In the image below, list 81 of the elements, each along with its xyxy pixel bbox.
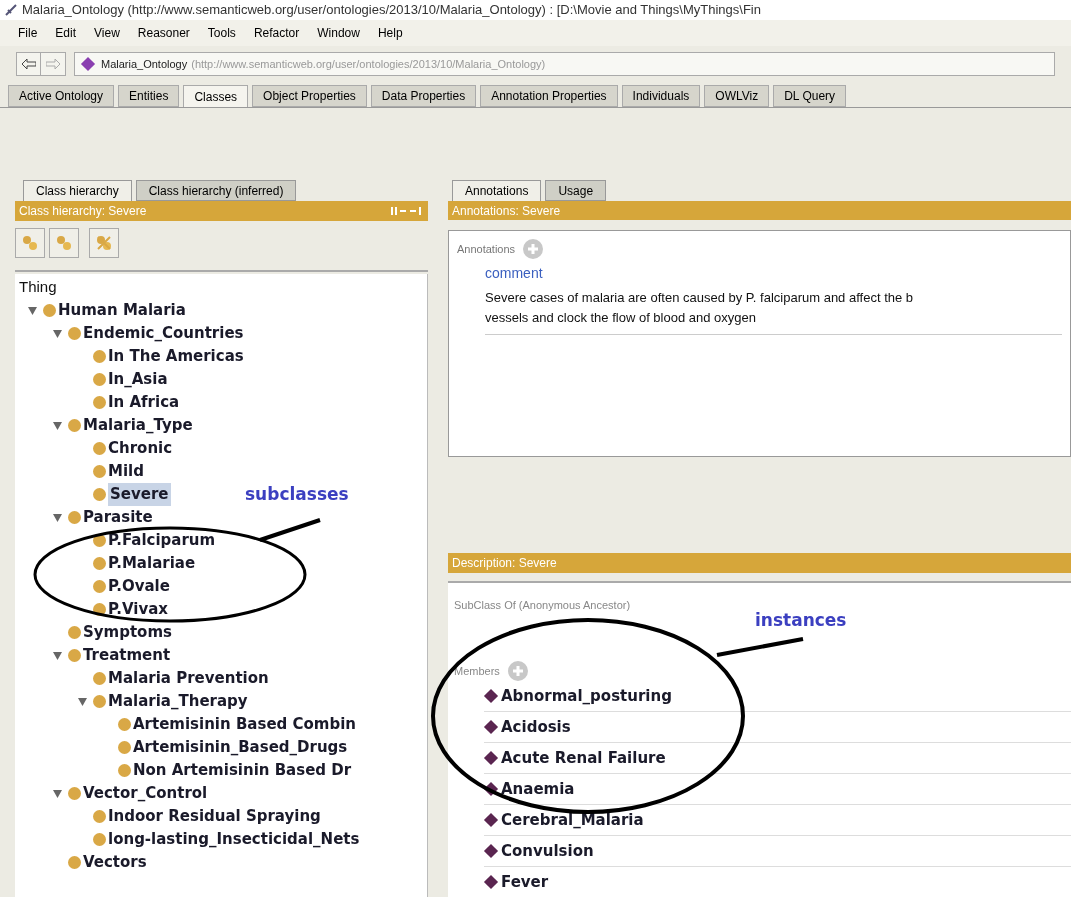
tab[interactable]: Object Properties: [252, 85, 367, 107]
tree-item[interactable]: Non Artemisinin Based Dr: [133, 759, 352, 782]
add-subclass-icon: [22, 235, 38, 251]
tree-item[interactable]: Malaria_Therapy: [108, 690, 248, 713]
section-label: SubClass Of (Anonymous Ancestor): [454, 597, 632, 613]
panel-title: Description: Severe: [452, 554, 557, 572]
tree-item[interactable]: In_Asia: [108, 368, 168, 391]
individual-item[interactable]: Fever: [501, 870, 549, 894]
tree-item[interactable]: P.Vivax: [108, 598, 168, 621]
menu-item[interactable]: Window: [317, 24, 360, 42]
tree-item[interactable]: Parasite: [83, 506, 153, 529]
section-label: Annotations: [457, 242, 516, 257]
tree-item[interactable]: Endemic_Countries: [83, 322, 244, 345]
menu-item[interactable]: File: [18, 24, 38, 42]
tab[interactable]: OWLViz: [704, 85, 770, 107]
menu-item[interactable]: View: [94, 24, 120, 42]
tree-item[interactable]: long-lasting_Insecticidal_Nets: [108, 828, 360, 851]
annotation-note: instances: [755, 609, 847, 632]
tab[interactable]: Entities: [118, 85, 180, 107]
collapse-triangle-icon[interactable]: [77, 697, 87, 706]
tree-item[interactable]: Thing: [19, 276, 57, 299]
individual-item[interactable]: Anaemia: [501, 777, 575, 801]
tree-item[interactable]: Malaria_Type: [83, 414, 193, 437]
tab[interactable]: Class hierarchy: [23, 180, 132, 201]
tab[interactable]: Active Ontology: [8, 85, 115, 107]
section-label: Members: [454, 663, 500, 679]
tree-item[interactable]: Vectors: [83, 851, 147, 874]
tree-item[interactable]: In The Americas: [108, 345, 244, 368]
menu-item[interactable]: Edit: [55, 24, 77, 42]
tab[interactable]: Annotation Properties: [480, 85, 618, 107]
tree-item[interactable]: P.Falciparum: [108, 529, 216, 552]
individual-item[interactable]: Cerebral_Malaria: [501, 808, 644, 832]
individual-item[interactable]: Acidosis: [501, 715, 571, 739]
tree-item[interactable]: Chronic: [108, 437, 173, 460]
tab[interactable]: Classes: [183, 85, 249, 107]
individual-item[interactable]: Acute Renal Failure: [501, 746, 666, 770]
panel-title: Class hierarchy: Severe: [19, 203, 147, 220]
forward-arrow-icon: [46, 59, 60, 69]
menu-item[interactable]: Help: [377, 24, 403, 42]
tree-item[interactable]: Indoor Residual Spraying: [108, 805, 321, 828]
tree-item[interactable]: Mild: [108, 460, 144, 483]
back-arrow-icon: [21, 59, 36, 69]
hand-drawn-line: [259, 518, 321, 542]
menu-item[interactable]: Tools: [207, 24, 236, 42]
tab[interactable]: Individuals: [621, 85, 701, 107]
menu-item[interactable]: Reasoner: [137, 24, 190, 42]
tree-item[interactable]: Severe: [108, 483, 171, 506]
annotation-text: Severe cases of malaria are often caused by P. falciparum and affect the b: [485, 289, 915, 308]
tab[interactable]: Annotations: [452, 180, 542, 201]
delete-class-icon: [96, 235, 112, 251]
tree-item[interactable]: Artemisinin_Based_Drugs: [133, 736, 348, 759]
tree-item[interactable]: In Africa: [108, 391, 180, 414]
tab[interactable]: Data Properties: [370, 85, 477, 107]
tree-item[interactable]: P.Malariae: [108, 552, 196, 575]
collapse-triangle-icon[interactable]: [52, 789, 62, 798]
annotation-property[interactable]: comment: [485, 263, 1062, 285]
panel-title: Annotations: Severe: [452, 202, 561, 220]
individual-item[interactable]: Abnormal_posturing: [501, 684, 672, 708]
tab[interactable]: Class hierarchy (inferred): [135, 180, 297, 201]
collapse-triangle-icon[interactable]: [52, 513, 62, 522]
tree-item[interactable]: Vector_Control: [83, 782, 208, 805]
individual-item[interactable]: Convulsion: [501, 839, 594, 863]
window-title: Malaria_Ontology (http://www.semanticweb.org/user/ontologies/2013/10/Malaria_Ontology) : [D:\Movie and Things\MyThings\Fin: [22, 1, 761, 20]
collapse-triangle-icon[interactable]: [27, 306, 37, 315]
collapse-triangle-icon[interactable]: [52, 651, 62, 660]
tree-item[interactable]: Treatment: [83, 644, 171, 667]
tree-item[interactable]: P.Ovale: [108, 575, 170, 598]
tree-item[interactable]: Artemisinin Based Combin: [133, 713, 357, 736]
annotation-text: vessels and clock the flow of blood and oxygen: [485, 309, 757, 328]
app-icon: [4, 3, 18, 17]
collapse-triangle-icon[interactable]: [52, 329, 62, 338]
tab[interactable]: Usage: [545, 180, 607, 201]
menu-item[interactable]: Refactor: [253, 24, 300, 42]
address-field[interactable]: Malaria_Ontology (http://www.semanticweb.org/user/ontologies/2013/10/Malaria_Ontology): [74, 52, 1055, 76]
tab[interactable]: DL Query: [773, 85, 847, 107]
tree-item[interactable]: Human Malaria: [58, 299, 186, 322]
collapse-triangle-icon[interactable]: [52, 421, 62, 430]
tree-item[interactable]: Symptoms: [83, 621, 172, 644]
annotation-note: subclasses: [245, 483, 349, 506]
add-sibling-icon: [56, 235, 72, 251]
tree-item[interactable]: Malaria Prevention: [108, 667, 269, 690]
